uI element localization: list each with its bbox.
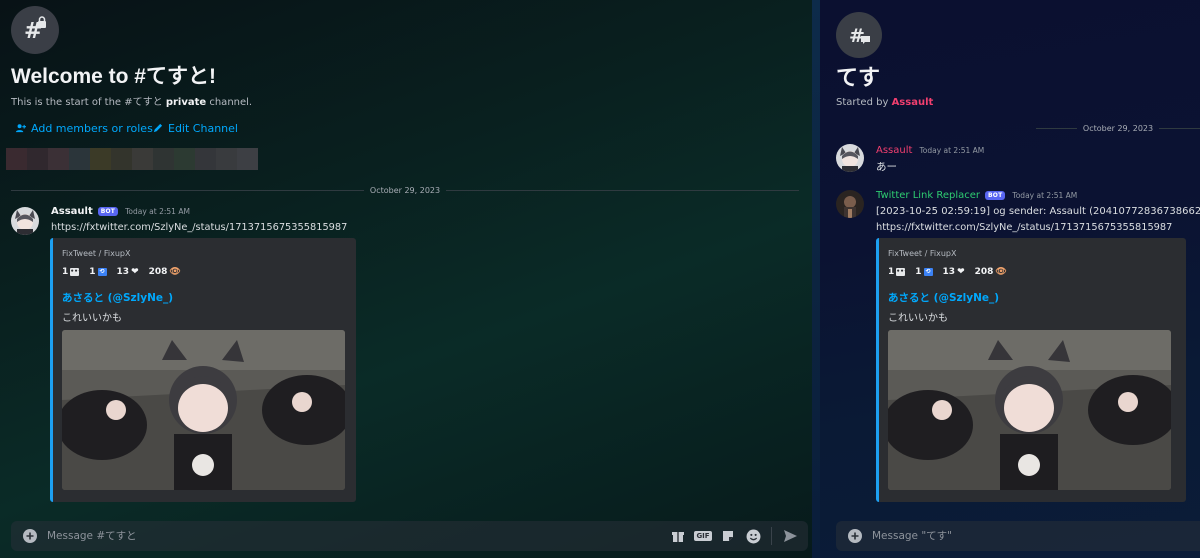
embed-author[interactable]: あさると (@SzlyNe_) bbox=[888, 290, 999, 305]
intro-private: private bbox=[165, 97, 207, 108]
message-link[interactable]: https://fxtwitter.com/SzlyNe_/status/171… bbox=[876, 222, 1172, 233]
edit-channel-label: Edit Channel bbox=[168, 122, 238, 135]
avatar[interactable] bbox=[11, 207, 39, 235]
gift-icon[interactable] bbox=[670, 528, 686, 544]
like-count: 13 ❤ bbox=[942, 267, 965, 277]
retweet-count: 1 ⟲ bbox=[915, 267, 933, 277]
view-count: 208 👁 bbox=[148, 267, 181, 277]
bot-badge: BOT bbox=[985, 191, 1006, 200]
thread-message-composer bbox=[836, 521, 1200, 551]
timestamp: Today at 2:51 AM bbox=[1012, 191, 1078, 200]
message-header: Assault BOT Today at 2:51 AM bbox=[51, 206, 190, 217]
add-member-icon bbox=[15, 124, 26, 133]
date-divider: October 29, 2023 bbox=[11, 183, 799, 197]
add-attachment-icon[interactable] bbox=[848, 529, 862, 543]
gif-button[interactable]: GIF bbox=[694, 528, 712, 544]
bot-badge: BOT bbox=[97, 207, 119, 216]
date-divider-label: October 29, 2023 bbox=[1082, 123, 1154, 133]
message-input[interactable] bbox=[47, 530, 661, 542]
started-by-user[interactable]: Assault bbox=[892, 97, 934, 108]
author-name[interactable]: Twitter Link Replacer bbox=[876, 190, 980, 201]
embed-description: これいいかも bbox=[888, 313, 948, 324]
avatar[interactable] bbox=[836, 144, 864, 172]
intro-suffix: channel. bbox=[206, 97, 253, 108]
message-text: あー bbox=[876, 161, 897, 173]
edit-channel-button[interactable]: Edit Channel bbox=[152, 122, 238, 135]
message-header: Twitter Link Replacer BOT Today at 2:51 … bbox=[876, 190, 1077, 201]
view-count: 208 👁 bbox=[974, 267, 1007, 277]
tweet-embed: FixTweet / FixupX 1 ••• 1 ⟲ 13 ❤ 208 👁 あさると … bbox=[50, 238, 356, 502]
embed-description: これいいかも bbox=[62, 313, 122, 324]
thread-pane: # てす Started by Assault October 29, 2023… bbox=[820, 0, 1200, 558]
date-divider: October 29, 2023 bbox=[1036, 121, 1200, 135]
thread-icon: # bbox=[836, 12, 882, 58]
author-name[interactable]: Assault bbox=[876, 145, 912, 156]
send-icon[interactable] bbox=[782, 528, 798, 544]
embed-provider: FixTweet / FixupX bbox=[888, 249, 957, 258]
intro-text: This is the start of the #てすと bbox=[11, 97, 166, 108]
eye-icon: 👁 bbox=[995, 267, 1007, 277]
add-attachment-icon[interactable] bbox=[23, 529, 37, 543]
embed-image[interactable] bbox=[888, 330, 1171, 490]
composer-separator bbox=[771, 527, 772, 545]
started-by: Started by Assault bbox=[836, 97, 933, 108]
thread-message-input[interactable] bbox=[872, 530, 1200, 542]
embed-author[interactable]: あさると (@SzlyNe_) bbox=[62, 290, 173, 305]
like-count: 13 ❤ bbox=[116, 267, 139, 277]
message-header: Assault Today at 2:51 AM bbox=[876, 145, 984, 156]
sticker-icon[interactable] bbox=[720, 528, 736, 544]
embed-stats: 1 ••• 1 ⟲ 13 ❤ 208 👁 bbox=[888, 267, 1007, 277]
reply-count: 1 ••• bbox=[888, 267, 908, 277]
tweet-embed: FixTweet / FixupX 1 ••• 1 ⟲ 13 ❤ 208 👁 あさると … bbox=[876, 238, 1186, 502]
pencil-icon bbox=[153, 123, 163, 133]
heart-icon: ❤ bbox=[957, 267, 965, 277]
message-composer: GIF bbox=[11, 521, 808, 551]
message-link[interactable]: https://fxtwitter.com/SzlyNe_/status/171… bbox=[51, 222, 347, 233]
timestamp: Today at 2:51 AM bbox=[125, 207, 190, 216]
embed-stats: 1 ••• 1 ⟲ 13 ❤ 208 👁 bbox=[62, 267, 181, 277]
timestamp: Today at 2:51 AM bbox=[919, 146, 985, 155]
reply-icon: ••• bbox=[70, 268, 82, 276]
redacted-content bbox=[6, 148, 258, 170]
eye-icon: 👁 bbox=[169, 267, 181, 277]
pane-divider[interactable] bbox=[812, 0, 820, 558]
avatar[interactable] bbox=[836, 190, 864, 218]
retweet-icon: ⟲ bbox=[923, 268, 933, 276]
add-members-label: Add members or roles bbox=[31, 122, 153, 135]
author-name[interactable]: Assault bbox=[51, 206, 93, 217]
private-channel-icon: # bbox=[11, 6, 59, 54]
embed-image[interactable] bbox=[62, 330, 345, 490]
reply-icon: ••• bbox=[896, 268, 908, 276]
retweet-count: 1 ⟲ bbox=[89, 267, 107, 277]
heart-icon: ❤ bbox=[131, 267, 139, 277]
reply-count: 1 ••• bbox=[62, 267, 82, 277]
date-divider-label: October 29, 2023 bbox=[369, 185, 441, 195]
embed-provider: FixTweet / FixupX bbox=[62, 249, 131, 258]
gif-label: GIF bbox=[694, 531, 712, 541]
welcome-title: Welcome to #てすと! bbox=[11, 65, 216, 88]
channel-pane: # Welcome to #てすと! This is the start of … bbox=[0, 0, 812, 558]
started-by-label: Started by bbox=[836, 97, 889, 108]
add-members-button[interactable]: Add members or roles bbox=[15, 122, 153, 135]
message-text: [2023-10-25 02:59:19] og sender: Assault… bbox=[876, 206, 1200, 217]
retweet-icon: ⟲ bbox=[97, 268, 107, 276]
emoji-icon[interactable] bbox=[745, 528, 761, 544]
thread-title: てす bbox=[836, 66, 881, 91]
channel-intro: This is the start of the #てすと private ch… bbox=[11, 93, 252, 108]
